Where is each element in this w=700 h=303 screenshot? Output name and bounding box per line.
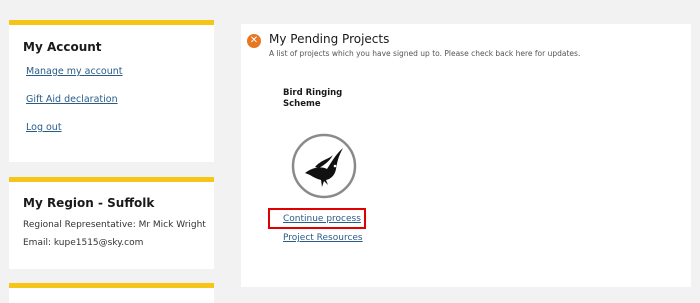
project-name: Bird Ringing Scheme bbox=[283, 88, 363, 110]
project-resources-link[interactable]: Project Resources bbox=[283, 233, 363, 243]
region-email: Email: kupe1515@sky.com bbox=[23, 238, 144, 248]
sidebar-card-partial bbox=[9, 283, 214, 303]
gift-aid-link[interactable]: Gift Aid declaration bbox=[26, 94, 118, 105]
regional-representative: Regional Representative: Mr Mick Wright bbox=[23, 220, 206, 230]
my-region-title: My Region - Suffolk bbox=[23, 196, 155, 210]
my-account-title: My Account bbox=[23, 40, 102, 54]
my-account-card: My Account Manage my account Gift Aid de… bbox=[9, 20, 214, 162]
close-icon[interactable]: ✕ bbox=[247, 34, 261, 48]
manage-account-link[interactable]: Manage my account bbox=[26, 66, 123, 77]
continue-process-link[interactable]: Continue process bbox=[283, 214, 361, 224]
my-region-card: My Region - Suffolk Regional Representat… bbox=[9, 177, 214, 269]
pending-projects-title: My Pending Projects bbox=[269, 32, 390, 46]
bird-logo-icon[interactable] bbox=[291, 133, 357, 199]
pending-projects-subtitle: A list of projects which you have signed… bbox=[269, 49, 581, 58]
pending-projects-panel: ✕ My Pending Projects A list of projects… bbox=[241, 24, 691, 287]
project-name-line1: Bird Ringing bbox=[283, 88, 343, 98]
project-name-line2: Scheme bbox=[283, 99, 321, 109]
log-out-link[interactable]: Log out bbox=[26, 122, 62, 133]
